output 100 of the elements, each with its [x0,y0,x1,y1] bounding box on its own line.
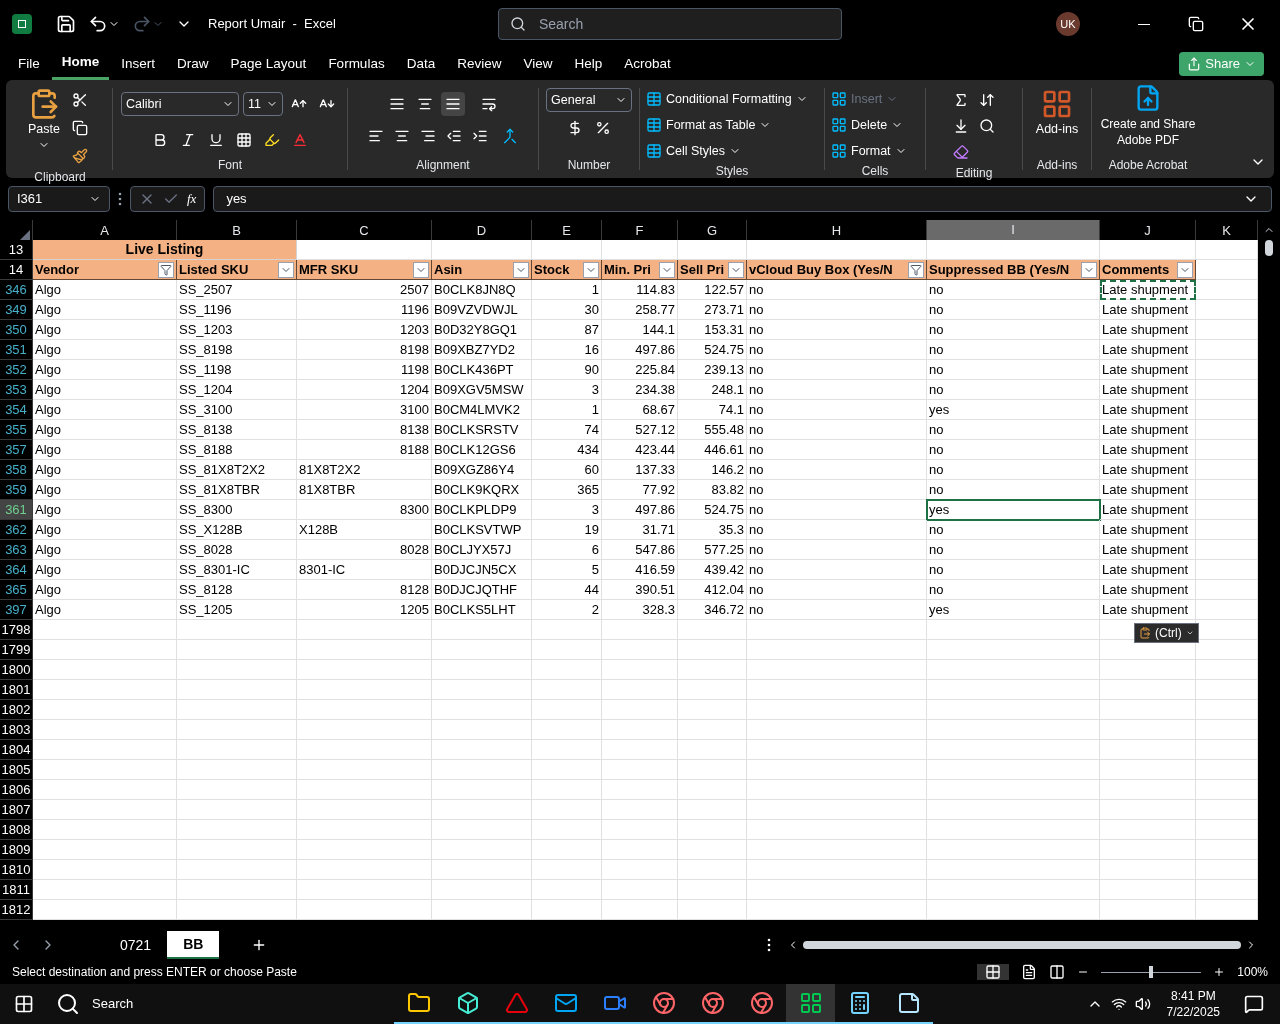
taskbar-search[interactable]: Search [48,992,338,1016]
row-header[interactable]: 1810 [0,860,33,880]
row-header[interactable]: 1804 [0,740,33,760]
table-cell: B0CLKPLDP9 [432,500,532,520]
ribbon-tab[interactable]: Draw [167,48,219,80]
table-cell: 423.44 [602,440,678,460]
row-header[interactable]: 349 [0,300,33,320]
row-header[interactable]: 1807 [0,800,33,820]
column-header[interactable]: I [927,220,1100,242]
row-header[interactable]: 1805 [0,760,33,780]
bottom-align-button[interactable] [441,92,465,116]
table-cell [1196,760,1258,780]
ribbon-tab[interactable]: Acrobat [614,48,681,80]
create-pdf-button[interactable]: Create and Share Adobe PDF [1098,84,1198,156]
row-header[interactable]: 353 [0,380,33,400]
table-cell: 446.61 [678,440,747,460]
table-cell: Algo [33,380,177,400]
row-header[interactable]: 397 [0,600,33,620]
ribbon-tab[interactable]: View [513,48,563,80]
insert-function-button[interactable]: fx [187,189,197,209]
row-header[interactable]: 1808 [0,820,33,840]
table-icon [646,117,662,133]
redo-button[interactable] [132,14,164,34]
page-break-button[interactable] [1049,964,1066,980]
row-header[interactable]: 14 [0,260,33,280]
scroll-thumb[interactable] [1265,240,1273,256]
zoom-slider[interactable] [1101,966,1202,978]
row-header[interactable]: 1802 [0,700,33,720]
table-cell: 416.59 [602,560,678,580]
row-header[interactable]: 365 [0,580,33,600]
ribbon-tab[interactable]: Page Layout [220,48,317,80]
row-header[interactable]: 362 [0,520,33,540]
number-format-dropdown[interactable]: General [546,88,632,112]
table-cell: B0CM4LMVK2 [432,400,532,420]
styles-menu-button[interactable]: Cell Styles [646,140,808,162]
table-cell [1196,880,1258,900]
font-family-dropdown[interactable]: Calibri [121,92,239,116]
row-header[interactable]: 359 [0,480,33,500]
table-cell: 258.77 [602,300,678,320]
row-header[interactable]: 1806 [0,780,33,800]
sheet-tab[interactable]: 0721 [104,931,168,959]
row-header[interactable]: 357 [0,440,33,460]
row-header[interactable]: 1803 [0,720,33,740]
filter-button[interactable] [158,261,174,278]
search-icon [979,118,995,134]
align-left-icon [368,128,384,144]
row-header[interactable]: 346 [0,280,33,300]
ribbon-tab[interactable]: Data [396,48,446,80]
column-title: Asin [434,260,463,279]
ribbon-tab[interactable]: Help [564,48,613,80]
styles-menu-button[interactable]: Format as Table [646,114,808,136]
table-cell: SS_8198 [177,340,297,360]
save-button[interactable] [56,14,76,34]
row-header[interactable]: 351 [0,340,33,360]
undo-button[interactable] [88,14,120,34]
page-layout-button[interactable] [1021,964,1038,980]
row-header[interactable]: 364 [0,560,33,580]
paste-options-button[interactable]: (Ctrl) [1134,623,1199,643]
cells-menu-button[interactable]: Delete [831,114,907,136]
row-header[interactable]: 1812 [0,900,33,920]
ribbon-tab[interactable]: Review [447,48,512,80]
table-cell [678,820,747,840]
row-header[interactable]: 361 [0,500,33,520]
table-cell: no [927,300,1100,320]
table-cell: no [747,500,927,520]
sheet-tab[interactable]: BB [167,931,220,959]
row-header[interactable]: 1801 [0,680,33,700]
row-header[interactable]: 1800 [0,660,33,680]
normal-view-button[interactable] [977,964,1010,980]
ribbon-tab[interactable]: File [8,48,50,80]
ribbon-tab[interactable]: Insert [111,48,166,80]
row-header[interactable]: 354 [0,400,33,420]
paste-button[interactable]: Paste [28,84,60,168]
table-cell [532,860,602,880]
row-header[interactable]: 1799 [0,640,33,660]
styles-menu-button[interactable]: Conditional Formatting [646,88,808,110]
row-header[interactable]: 355 [0,420,33,440]
user-avatar[interactable]: UK [1056,12,1080,36]
search-field[interactable]: Search [497,8,842,40]
add-ins-button[interactable]: Add-ins [1035,84,1079,156]
row-header[interactable]: 350 [0,320,33,340]
row-header[interactable]: 363 [0,540,33,560]
row-header[interactable]: 13 [0,240,33,260]
ribbon-tab[interactable]: Formulas [318,48,395,80]
row-header[interactable]: 1811 [0,880,33,900]
table-cell [532,760,602,780]
row-header[interactable]: 1798 [0,620,33,640]
table-cell: 524.75 [678,340,747,360]
filter-button[interactable] [908,261,924,278]
table-cell: B0CLKSRSTV [432,420,532,440]
row-header[interactable]: 358 [0,460,33,480]
cells-menu-button[interactable]: Format [831,140,907,162]
table-cell: B0DJCJN5CX [432,560,532,580]
font-size-dropdown[interactable]: 11 [243,92,283,116]
row-header[interactable]: 1809 [0,840,33,860]
name-box[interactable]: I361 [8,186,110,212]
table-cell [678,680,747,700]
formula-input[interactable]: yes [213,186,1272,212]
row-header[interactable]: 352 [0,360,33,380]
taskbar-app[interactable] [786,984,835,1024]
